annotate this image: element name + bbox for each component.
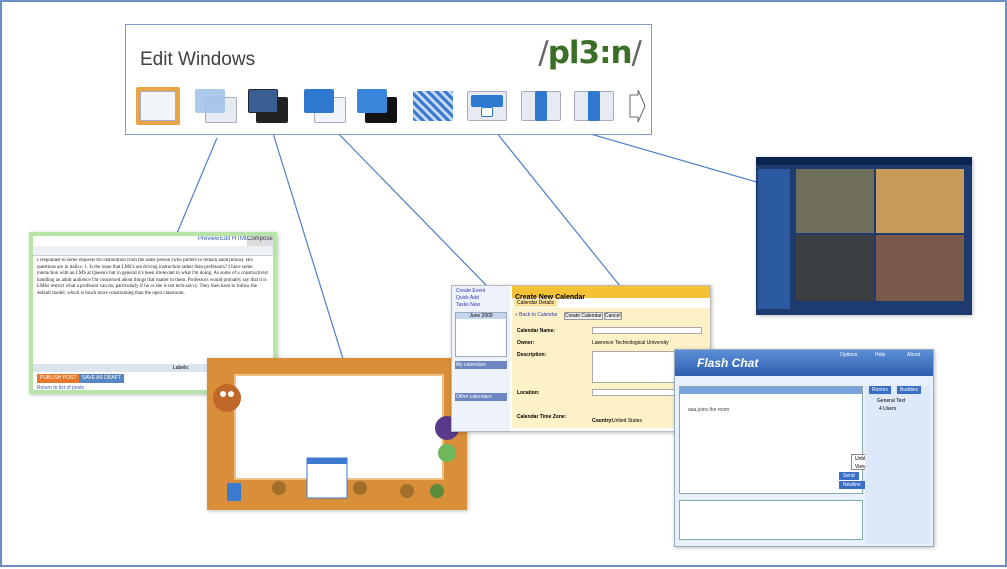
window-plain-icon[interactable] xyxy=(136,87,180,125)
save-draft-button[interactable]: SAVE AS DRAFT xyxy=(79,374,124,383)
editor-body[interactable]: I responded to some requests for elabora… xyxy=(37,258,269,356)
game-characters xyxy=(213,384,459,501)
slide-frame: Edit Windows /pl3:n/ Preview Edit HTML C… xyxy=(0,0,1007,567)
country-label: Country: xyxy=(592,418,613,424)
tab-compose[interactable]: Compose xyxy=(247,236,273,246)
window-download-icon[interactable] xyxy=(465,87,509,125)
chat-title: Flash Chat xyxy=(697,356,759,370)
toolbar-title: Edit Windows xyxy=(140,49,256,70)
calendar-window[interactable]: Create Event Quick Add Tasks New June 20… xyxy=(451,285,711,432)
window-right-arrow-icon[interactable] xyxy=(572,87,616,125)
users-count: 4 Users xyxy=(879,406,897,412)
country-value[interactable]: United States xyxy=(612,418,642,424)
create-calendar-button[interactable]: Create Calendar xyxy=(564,312,603,320)
calendar-sidebar: Create Event Quick Add Tasks New June 20… xyxy=(452,286,510,431)
tab-buddies[interactable]: Buddies xyxy=(897,386,922,394)
window-translucent-stack-icon[interactable] xyxy=(193,87,237,125)
owner-value: Lawrence Technological University xyxy=(592,340,669,346)
room-name[interactable]: General Text xyxy=(877,398,905,404)
newline-button[interactable]: Newline xyxy=(839,481,865,489)
timezone-label: Calendar Time Zone: xyxy=(517,414,567,420)
user-joined-text: aaa.joins the room xyxy=(688,407,730,413)
labels-text: Labels: xyxy=(173,365,190,371)
description-label: Description: xyxy=(517,352,547,358)
other-calendars-section[interactable]: Other calendars xyxy=(455,393,507,401)
flash-chat-window[interactable]: Flash Chat Options Help About aaa.joins … xyxy=(674,349,934,547)
quick-add-link[interactable]: Quick Add xyxy=(452,294,510,301)
tab-rooms[interactable]: Rooms xyxy=(869,386,891,394)
editor-toolbar xyxy=(33,246,273,256)
location-label: Location: xyxy=(517,390,540,396)
window-left-arrow-icon[interactable] xyxy=(519,87,563,125)
tasks-link[interactable]: Tasks New xyxy=(452,301,510,308)
video-tile-3[interactable] xyxy=(796,235,874,301)
options-menu[interactable]: Options xyxy=(840,352,857,358)
send-button[interactable]: Send xyxy=(839,472,859,480)
video-conference-window[interactable] xyxy=(756,157,972,315)
back-to-calendar-button[interactable]: « Back to Calendar xyxy=(515,312,558,318)
video-tile-1[interactable] xyxy=(796,169,874,233)
calendar-details-tab[interactable]: Calendar Details xyxy=(514,299,557,307)
edit-windows-toolbar: Edit Windows /pl3:n/ xyxy=(125,24,652,135)
video-tile-4[interactable] xyxy=(876,235,964,301)
calendar-header: Create New Calendar xyxy=(512,286,710,301)
conference-sidebar xyxy=(758,169,790,309)
chat-header: Flash Chat Options Help About xyxy=(675,350,933,376)
owner-label: Owner: xyxy=(517,340,535,346)
window-black-shadow-icon[interactable] xyxy=(355,87,399,125)
publish-post-button[interactable]: PUBLISH POST xyxy=(37,374,80,383)
my-calendars-section[interactable]: My calendars xyxy=(455,361,507,369)
chat-input-area[interactable] xyxy=(679,500,863,540)
conference-menubar xyxy=(756,157,972,165)
chat-message-bar xyxy=(680,387,862,394)
mini-month[interactable]: June 2009 xyxy=(455,312,507,357)
tab-edit-html[interactable]: Edit HTML xyxy=(220,236,248,246)
about-menu[interactable]: About xyxy=(907,352,920,358)
video-tile-2[interactable] xyxy=(876,169,964,233)
window-dark-stack-icon[interactable] xyxy=(246,87,290,125)
window-outline-arrow-icon[interactable] xyxy=(626,87,646,125)
plexin-logo: /pl3:n/ xyxy=(538,35,642,71)
connector-1 xyxy=(170,137,218,247)
tab-preview[interactable]: Preview xyxy=(198,236,219,246)
chat-rooms-panel: Rooms Buddies General Text 4 Users xyxy=(865,386,931,544)
return-link[interactable]: Return to list of posts xyxy=(37,385,84,390)
chat-message-area[interactable]: aaa.joins the room xyxy=(679,386,863,494)
cancel-button[interactable]: Cancel xyxy=(604,312,622,320)
window-checker-icon[interactable] xyxy=(411,87,455,125)
calendar-name-input[interactable] xyxy=(592,327,702,334)
help-menu[interactable]: Help xyxy=(875,352,885,358)
window-blue-stack-icon[interactable] xyxy=(302,87,346,125)
calendar-name-label: Calendar Name: xyxy=(517,328,556,334)
game-canvas-window[interactable] xyxy=(207,358,467,510)
create-event-link[interactable]: Create Event xyxy=(452,286,510,294)
mini-month-title: June 2009 xyxy=(456,313,506,319)
